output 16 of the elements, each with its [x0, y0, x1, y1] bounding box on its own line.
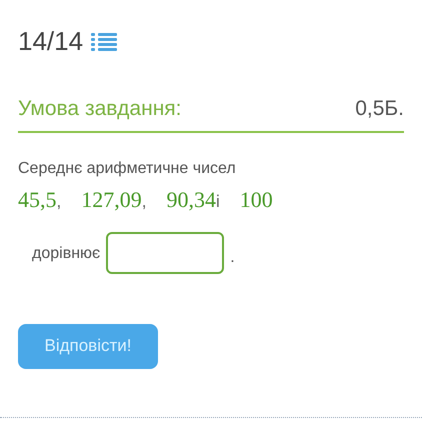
- answer-field[interactable]: [106, 232, 224, 274]
- task-heading: Умова завдання:: [18, 96, 182, 122]
- number: 127,09: [81, 186, 142, 214]
- points-label: 0,5Б.: [355, 96, 404, 122]
- question-counter: 14/14: [18, 25, 84, 58]
- number: 90,34: [166, 186, 216, 214]
- submit-button[interactable]: Відповісти!: [18, 324, 158, 368]
- number: 45,5: [18, 186, 56, 214]
- answer-suffix: .: [230, 248, 235, 268]
- answer-label: дорівнює: [32, 244, 100, 264]
- question-text: Середнє арифметичне чисел: [18, 158, 237, 178]
- separator: і: [216, 190, 220, 212]
- list-icon[interactable]: [91, 32, 118, 52]
- separator: ,: [142, 190, 146, 212]
- separator: ,: [56, 190, 62, 212]
- number: 100: [240, 186, 273, 214]
